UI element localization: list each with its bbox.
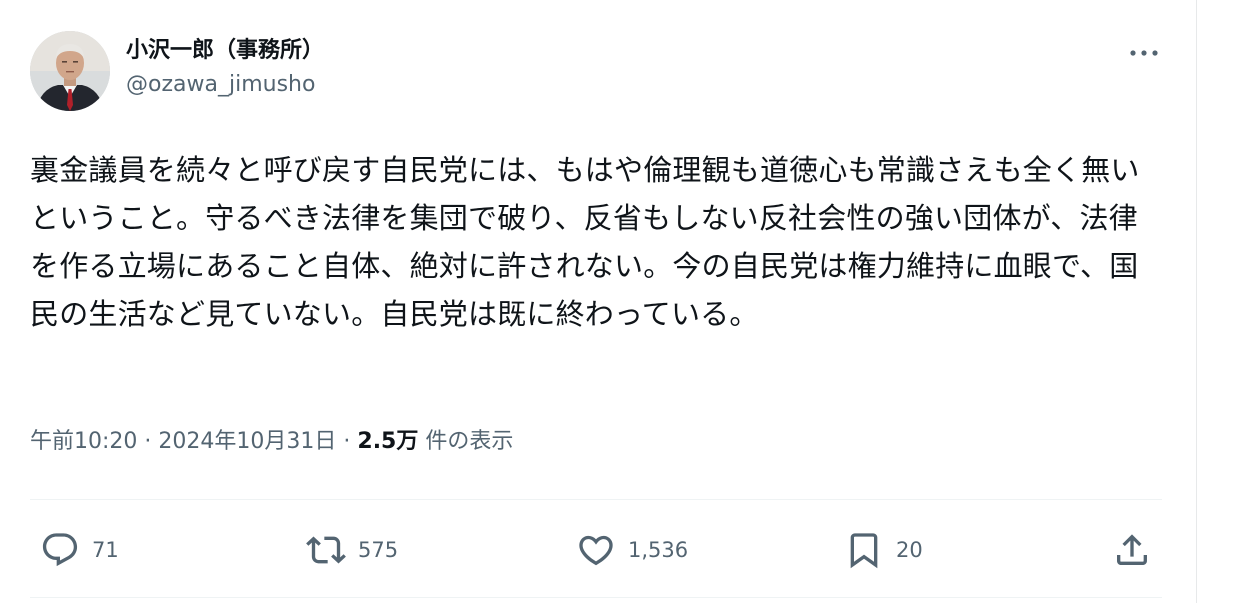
tweet-date[interactable]: 2024年10月31日	[158, 429, 336, 454]
tweet-time[interactable]: 午前10:20	[30, 429, 137, 454]
author-display-name[interactable]: 小沢一郎（事務所）	[126, 36, 324, 66]
like-count: 1,536	[628, 538, 689, 562]
heart-icon	[579, 535, 613, 566]
share-icon	[1117, 534, 1147, 565]
more-options-button[interactable]	[1124, 38, 1164, 68]
more-dots-icon	[1130, 50, 1158, 56]
meta-separator: ·	[144, 429, 152, 454]
reply-icon	[42, 533, 78, 567]
bookmark-button[interactable]: 20	[844, 528, 923, 572]
repost-button[interactable]: 575	[306, 528, 398, 572]
divider	[30, 597, 1162, 598]
share-button[interactable]	[1112, 528, 1152, 572]
tweet-text: 裏金議員を続々と呼び戻す自民党には、もはや倫理観も道徳心も常識さえも全く無いとい…	[30, 153, 1140, 331]
author-handle[interactable]: @ozawa_jimusho	[126, 70, 324, 100]
views-count: 2.5万	[357, 429, 419, 454]
views-label: 件の表示	[425, 429, 514, 454]
repost-count: 575	[358, 538, 399, 562]
bookmark-icon	[850, 533, 878, 569]
meta-separator: ·	[343, 429, 351, 454]
reply-count: 71	[92, 538, 119, 562]
like-button[interactable]: 1,536	[576, 528, 688, 572]
column-border	[1196, 0, 1197, 603]
avatar-photo	[30, 31, 110, 111]
author-info: 小沢一郎（事務所） @ozawa_jimusho	[126, 36, 324, 100]
reply-button[interactable]: 71	[40, 528, 119, 572]
avatar[interactable]	[30, 31, 110, 111]
repost-icon	[306, 536, 346, 564]
divider	[30, 499, 1162, 500]
bookmark-count: 20	[896, 538, 923, 562]
tweet-meta: 午前10:20 · 2024年10月31日 · 2.5万 件の表示	[30, 425, 513, 459]
tweet: 小沢一郎（事務所） @ozawa_jimusho 裏金議員を続々と呼び戻す自民党…	[30, 0, 1162, 603]
